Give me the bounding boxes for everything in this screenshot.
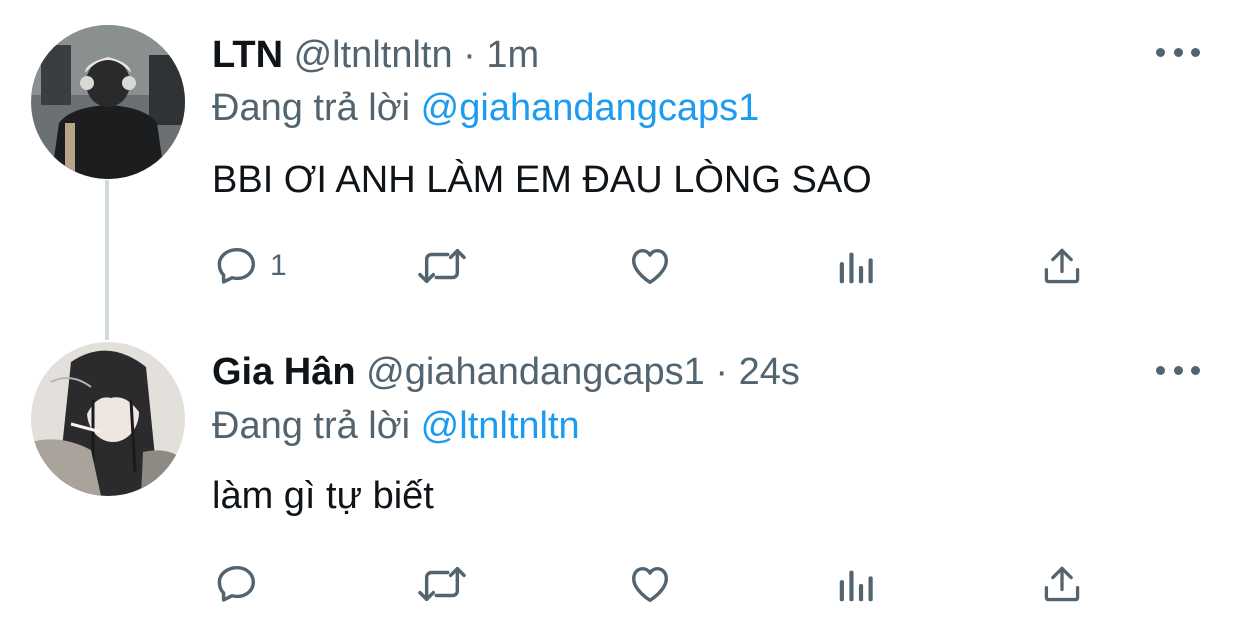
like-button[interactable] <box>626 560 674 608</box>
separator-dot: · <box>715 351 729 393</box>
tweet-header: Gia Hân @giahandangcaps1 · 24s <box>212 348 800 396</box>
reply-button[interactable] <box>214 560 270 608</box>
replying-to-handle[interactable]: @giahandangcaps1 <box>421 87 760 129</box>
share-button[interactable] <box>1040 560 1084 608</box>
retweet-icon <box>414 243 470 289</box>
user-handle[interactable]: @ltnltnltn <box>294 34 453 76</box>
retweet-button[interactable] <box>414 242 470 290</box>
replying-to-handle[interactable]: @ltnltnltn <box>421 405 580 447</box>
display-name[interactable]: LTN <box>212 34 283 76</box>
retweet-icon <box>414 561 470 607</box>
retweet-button[interactable] <box>414 560 470 608</box>
analytics-button[interactable] <box>834 242 880 290</box>
share-icon <box>1040 243 1084 289</box>
reply-icon <box>214 243 260 289</box>
tweet-text: BBI ƠI ANH LÀM EM ĐAU LÒNG SAO <box>212 159 872 201</box>
share-icon <box>1040 561 1084 607</box>
reply-button[interactable]: 1 <box>214 242 287 290</box>
reply-count: 1 <box>270 249 287 282</box>
share-button[interactable] <box>1040 242 1084 290</box>
reply-icon <box>214 561 260 607</box>
heart-icon <box>626 243 674 289</box>
timestamp[interactable]: 1m <box>486 34 539 76</box>
replying-to-label: Đang trả lời <box>212 87 411 129</box>
replying-to: Đang trả lời @ltnltnltn <box>212 402 580 450</box>
replying-to: Đang trả lời @giahandangcaps1 <box>212 84 759 132</box>
replying-to-label: Đang trả lời <box>212 405 411 447</box>
user-handle[interactable]: @giahandangcaps1 <box>366 351 705 393</box>
more-icon[interactable] <box>1156 360 1200 380</box>
like-button[interactable] <box>626 242 674 290</box>
analytics-icon <box>834 243 880 289</box>
avatar[interactable] <box>31 342 185 496</box>
tweet-text: làm gì tự biết <box>212 475 434 517</box>
heart-icon <box>626 561 674 607</box>
tweet-header: LTN @ltnltnltn · 1m <box>212 31 539 79</box>
more-icon[interactable] <box>1156 42 1200 62</box>
analytics-button[interactable] <box>834 560 880 608</box>
thread-connector-line <box>105 180 109 340</box>
display-name[interactable]: Gia Hân <box>212 351 356 393</box>
timestamp[interactable]: 24s <box>739 351 800 393</box>
separator-dot: · <box>463 34 476 76</box>
analytics-icon <box>834 561 880 607</box>
avatar[interactable] <box>31 25 185 179</box>
